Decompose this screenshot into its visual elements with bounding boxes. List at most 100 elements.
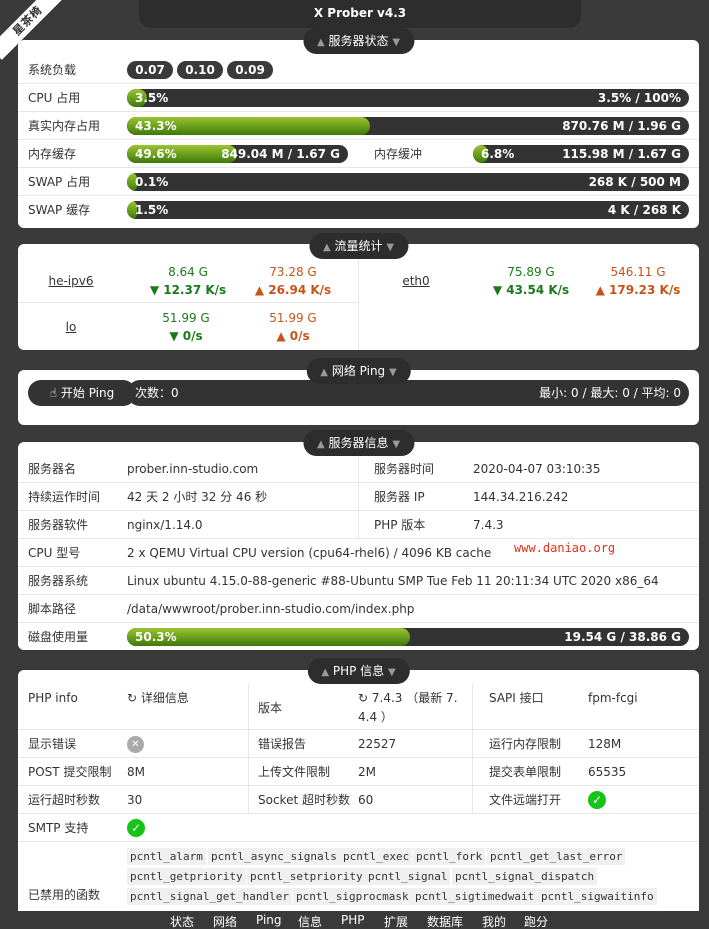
tx-total: 51.99 G xyxy=(269,311,317,325)
start-ping-button[interactable]: ☝ 开始 Ping xyxy=(28,380,136,406)
rx-rate: ▼ 0/s xyxy=(169,329,203,343)
cpu-row: CPU 占用 3.5% 3.5% / 100% xyxy=(18,84,699,112)
buffer-bar: 6.8% 115.98 M / 1.67 G xyxy=(473,145,689,163)
disabled-function: pcntl_setpriority xyxy=(247,868,366,885)
load-5min: 0.10 xyxy=(177,61,223,79)
nav-database[interactable]: 数据库 xyxy=(427,913,463,929)
nav-php[interactable]: PHP xyxy=(341,913,365,927)
nav-info[interactable]: 信息 xyxy=(298,913,322,929)
tx-rate: ▲ 179.23 K/s xyxy=(595,283,681,297)
ping-count: 次数：0 xyxy=(135,386,179,400)
rx-rate: ▼ 43.54 K/s xyxy=(492,283,570,297)
nav-benchmark[interactable]: 跑分 xyxy=(524,913,548,929)
error-report-value: 22527 xyxy=(358,737,397,751)
server-time: 2020-04-07 03:10:35 xyxy=(473,462,601,476)
disabled-function: pcntl_sigwaitinfo xyxy=(538,888,657,905)
column-divider xyxy=(358,244,359,350)
php-row-4: 运行超时秒数 30 Socket 超时秒数 60 文件远端打开 ✓ xyxy=(18,786,699,814)
collapse-up-icon: ▲ xyxy=(322,242,331,253)
server-name-row: 服务器名 prober.inn-studio.com 服务器时间 2020-04… xyxy=(18,455,699,483)
rx-total: 8.64 G xyxy=(168,265,208,279)
php-caption[interactable]: ▲ PHP 信息 ▼ xyxy=(307,658,410,684)
load-15min: 0.09 xyxy=(227,61,273,79)
form-max-value: 65535 xyxy=(588,765,627,779)
tx-total: 73.28 G xyxy=(269,265,317,279)
php-info-row: PHP info ↻ 详细信息 版本 ↻ 7.4.3 （最新 7. 4.4 ） … xyxy=(18,684,699,730)
upload-max-value: 2M xyxy=(358,765,376,779)
collapse-up-icon: ▲ xyxy=(320,367,328,378)
disk-row: 磁盘使用量 50.3% 19.54 G / 38.86 G xyxy=(18,623,699,651)
swap-bar: 0.1% 268 K / 500 M xyxy=(127,173,689,191)
load-row: 系统负载 0.07 0.10 0.09 xyxy=(18,56,699,84)
interface-name-lo[interactable]: lo xyxy=(43,320,99,334)
network-card: ▲ 流量统计 ▼ he-ipv6 8.64 G ▼ 12.37 K/s 73.2… xyxy=(18,233,699,350)
footer-nav: 状态 网络 Ping 信息 PHP 扩展 数据库 我的 跑分 xyxy=(0,911,709,929)
php-card: ▲ PHP 信息 ▼ PHP info ↻ 详细信息 版本 ↻ 7.4.3 （最… xyxy=(18,658,699,911)
disabled-function: pcntl_exec xyxy=(340,848,413,865)
disk-bar: 50.3% 19.54 G / 38.86 G xyxy=(127,628,689,646)
ping-caption[interactable]: ▲ 网络 Ping ▼ xyxy=(306,358,411,384)
server-name: prober.inn-studio.com xyxy=(127,462,259,476)
swap-row: SWAP 占用 0.1% 268 K / 500 M xyxy=(18,168,699,196)
server-ip: 144.34.216.242 xyxy=(473,490,569,504)
sapi-value: fpm-fcgi xyxy=(588,691,638,705)
rx-total: 75.89 G xyxy=(507,265,555,279)
collapse-down-icon: ▼ xyxy=(387,667,396,678)
disabled-function: pcntl_signal xyxy=(365,868,451,885)
tx-rate: ▲ 0/s xyxy=(276,329,310,343)
swap-cache-bar: 1.5% 4 K / 268 K xyxy=(127,201,689,219)
nav-ping[interactable]: Ping xyxy=(256,913,282,927)
script-path: /data/wwwroot/prober.inn-studio.com/inde… xyxy=(127,602,415,616)
php-version-link[interactable]: ↻ 7.4.3 （最新 7. xyxy=(358,692,458,704)
disabled-function: pcntl_getpriority xyxy=(127,868,246,885)
collapse-up-icon: ▲ xyxy=(316,37,325,48)
load-1min: 0.07 xyxy=(127,61,173,79)
nav-extensions[interactable]: 扩展 xyxy=(384,913,408,929)
collapse-down-icon: ▼ xyxy=(392,37,401,48)
disabled-function: pcntl_signal_dispatch xyxy=(452,868,598,885)
check-icon: ✓ xyxy=(127,819,145,837)
uptime-row: 持续运作时间 42 天 2 小时 32 分 46 秒 服务器 IP 144.34… xyxy=(18,483,699,511)
network-caption[interactable]: ▲ 流量统计 ▼ xyxy=(308,233,409,259)
exec-time-value: 30 xyxy=(127,793,143,807)
smtp-row: SMTP 支持 ✓ xyxy=(18,814,699,842)
php-row-2: 显示错误 ✕ 错误报告 22527 运行内存限制 128M xyxy=(18,730,699,758)
ping-result-bar: 次数：0 最小: 0 / 最大: 0 / 平均: 0 xyxy=(127,380,689,406)
socket-timeout-value: 60 xyxy=(358,793,374,807)
status-card: ▲ 服务器状态 ▼ 系统负载 0.07 0.10 0.09 CPU 占用 3.5… xyxy=(18,28,699,228)
collapse-up-icon: ▲ xyxy=(316,439,325,450)
server-caption[interactable]: ▲ 服务器信息 ▼ xyxy=(302,430,415,456)
php-version-line2: 4.4 ） xyxy=(358,710,393,724)
disabled-function: pcntl_get_last_error xyxy=(487,848,626,865)
interface-name-eth0[interactable]: eth0 xyxy=(388,274,444,288)
collapse-down-icon: ▼ xyxy=(389,367,397,378)
disabled-function: pcntl_sigprocmask xyxy=(293,888,412,905)
nav-mine[interactable]: 我的 xyxy=(482,913,506,929)
pointer-hand-icon: ☝ xyxy=(49,386,58,400)
collapse-down-icon: ▼ xyxy=(386,242,395,253)
collapse-down-icon: ▼ xyxy=(392,439,401,450)
check-icon: ✓ xyxy=(588,791,606,809)
tx-total: 546.11 G xyxy=(610,265,666,279)
swap-cache-row: SWAP 缓存 1.5% 4 K / 268 K xyxy=(18,196,699,224)
php-version: 7.4.3 xyxy=(473,518,504,532)
collapse-up-icon: ▲ xyxy=(321,667,330,678)
disabled-function: pcntl_async_signals xyxy=(208,848,340,865)
php-info-link[interactable]: ↻ 详细信息 xyxy=(127,692,189,704)
disabled-function: pcntl_alarm xyxy=(127,848,206,865)
nav-status[interactable]: 状态 xyxy=(170,913,194,929)
row-divider xyxy=(18,302,358,303)
rx-total: 51.99 G xyxy=(162,311,210,325)
rx-rate: ▼ 12.37 K/s xyxy=(149,283,227,297)
disabled-functions-row: 已禁用的函数 pcntl_alarm pcntl_async_signals p… xyxy=(18,842,699,911)
uptime: 42 天 2 小时 32 分 46 秒 xyxy=(127,490,268,504)
server-software: nginx/1.14.0 xyxy=(127,518,203,532)
os-row: 服务器系统 Linux ubuntu 4.15.0-88-generic #88… xyxy=(18,567,699,595)
status-caption[interactable]: ▲ 服务器状态 ▼ xyxy=(302,28,415,54)
memory-bar: 43.3% 870.76 M / 1.96 G xyxy=(127,117,689,135)
nav-network[interactable]: 网络 xyxy=(213,913,237,929)
cache-row: 内存缓存 49.6% 849.04 M / 1.67 G 内存缓冲 6.8% 1… xyxy=(18,140,699,168)
cpu-bar: 3.5% 3.5% / 100% xyxy=(127,89,689,107)
interface-name-he-ipv6[interactable]: he-ipv6 xyxy=(43,274,99,288)
refresh-icon: ↻ xyxy=(358,691,369,705)
